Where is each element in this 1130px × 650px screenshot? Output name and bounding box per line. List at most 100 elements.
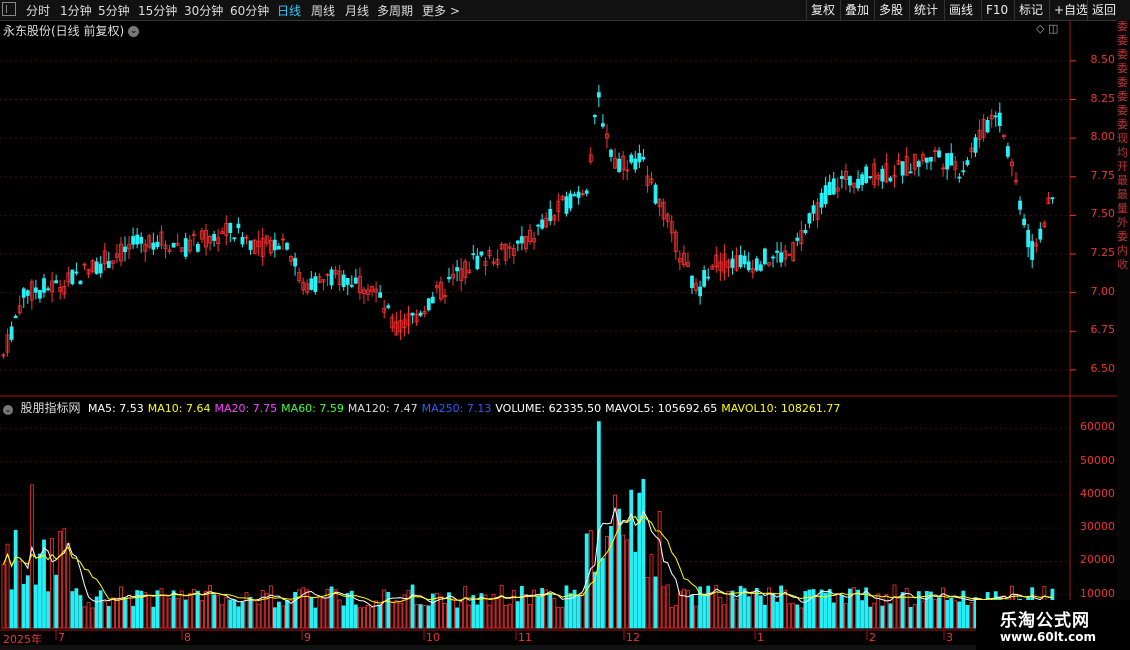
volume-bar <box>815 594 820 629</box>
volume-bar <box>730 590 735 629</box>
volume-bar <box>945 599 950 629</box>
tab-9[interactable]: 月线 <box>345 2 369 19</box>
volume-bar <box>621 534 626 629</box>
indicator-value-6: MA250: 7.13 <box>421 402 492 415</box>
watermark-url: www.60lt.com <box>1000 630 1097 644</box>
candle-body <box>609 149 613 157</box>
chart-corner-controls: ◇ ◫ <box>1036 22 1058 35</box>
indicator-value-3: MA20: 7.75 <box>214 402 278 415</box>
volume-bar <box>572 589 577 629</box>
candle-body <box>799 230 804 245</box>
tab-5[interactable]: 30分钟 <box>184 2 223 19</box>
volume-bar <box>896 596 901 629</box>
tab-11[interactable]: 更多 > <box>422 2 460 19</box>
toolbar-button-5[interactable]: 画线 <box>944 0 977 20</box>
chart-title: 永东股份(日线 前复权) ⌄ <box>3 22 140 39</box>
volume-bar <box>66 542 71 629</box>
candle-body <box>167 249 172 252</box>
candle-body <box>224 223 229 236</box>
window-toggle-icon[interactable]: ◫ <box>1048 22 1058 35</box>
candle-body <box>42 278 46 293</box>
candle-body <box>220 231 225 234</box>
candle-body <box>945 153 950 170</box>
candle-body <box>548 208 553 222</box>
volume-bar <box>791 602 796 629</box>
toolbar-button-8[interactable]: +自选 <box>1049 0 1092 20</box>
candle-body <box>200 230 204 240</box>
candle-body <box>730 258 735 268</box>
candle-body <box>532 238 536 243</box>
volume-bar <box>21 583 26 629</box>
volume-bar <box>742 588 747 629</box>
candle-body <box>366 289 370 295</box>
volume-bar <box>827 589 832 629</box>
tab-6[interactable]: 60分钟 <box>230 2 269 19</box>
toolbar-button-9[interactable]: 返回 <box>1087 0 1120 20</box>
indicator-value-2: MA10: 7.64 <box>147 402 211 415</box>
indicator-chevron-icon[interactable]: ⌄ <box>3 405 13 415</box>
watermark-logo: 乐淘公式网 www.60lt.com <box>976 600 1130 650</box>
candle-body <box>572 194 577 197</box>
menu-icon[interactable] <box>2 2 16 16</box>
volume-bar <box>515 601 520 629</box>
volume-bar <box>62 528 67 629</box>
diamond-icon[interactable]: ◇ <box>1036 22 1044 35</box>
volume-bar <box>244 592 249 629</box>
tab-7[interactable]: 日线 <box>277 2 301 19</box>
volume-bar <box>548 593 553 629</box>
candle-body <box>698 286 702 297</box>
volume-bar <box>17 560 22 629</box>
volume-bar <box>754 587 759 629</box>
volume-tick-label: 30000 <box>1080 520 1115 534</box>
date-tick-label: 8 <box>184 631 191 644</box>
candle-body <box>119 243 123 262</box>
date-tick-label: 9 <box>304 631 311 644</box>
tab-2[interactable]: 1分钟 <box>60 2 92 19</box>
volume-bar <box>345 593 350 629</box>
candle-body <box>783 250 788 260</box>
candle-body <box>653 184 658 204</box>
candle-body <box>827 181 832 196</box>
price-tick-label: 7.75 <box>1090 168 1116 182</box>
volume-bar <box>957 601 962 629</box>
candle-body <box>503 243 508 261</box>
volume-bar <box>410 584 415 629</box>
tab-3[interactable]: 5分钟 <box>98 2 130 19</box>
volume-bar <box>746 596 751 629</box>
tab-10[interactable]: 多周期 <box>377 2 413 19</box>
toolbar-button-6[interactable]: F10 <box>981 0 1012 20</box>
watermark-title: 乐淘公式网 <box>1000 611 1090 631</box>
toolbar-button-2[interactable]: 叠加 <box>840 0 873 20</box>
volume-bar <box>1 563 6 629</box>
volume-bar <box>576 594 581 629</box>
candle-body <box>272 239 277 251</box>
chevron-down-icon[interactable]: ⌄ <box>128 26 140 37</box>
candle-body <box>981 119 986 138</box>
tab-1[interactable]: 分时 <box>26 2 50 19</box>
volume-bar <box>969 601 974 629</box>
candle-body <box>710 265 715 270</box>
candle-body <box>993 115 998 118</box>
tab-4[interactable]: 15分钟 <box>138 2 177 19</box>
candle-body <box>588 154 593 162</box>
volume-bar <box>155 590 160 629</box>
candle-body <box>937 150 941 158</box>
volume-bar <box>455 607 460 629</box>
toolbar-button-3[interactable]: 多股 <box>874 0 907 20</box>
volume-bar <box>463 586 468 629</box>
candle-body <box>301 281 306 291</box>
volume-bar <box>187 593 192 629</box>
toolbar-button-7[interactable]: 标记 <box>1014 0 1047 20</box>
candle-body <box>584 190 589 194</box>
toolbar-button-1[interactable]: 复权 <box>806 0 839 20</box>
candle-body <box>973 137 978 153</box>
candle-body <box>179 247 184 252</box>
kline-chart[interactable] <box>0 0 1130 650</box>
volume-bar <box>580 593 585 629</box>
tab-8[interactable]: 周线 <box>311 2 335 19</box>
volume-bar <box>961 590 966 629</box>
volume-bar <box>398 602 403 629</box>
mavol5-line <box>3 507 1053 608</box>
price-tick-label: 8.25 <box>1090 91 1116 105</box>
toolbar-button-4[interactable]: 统计 <box>909 0 942 20</box>
